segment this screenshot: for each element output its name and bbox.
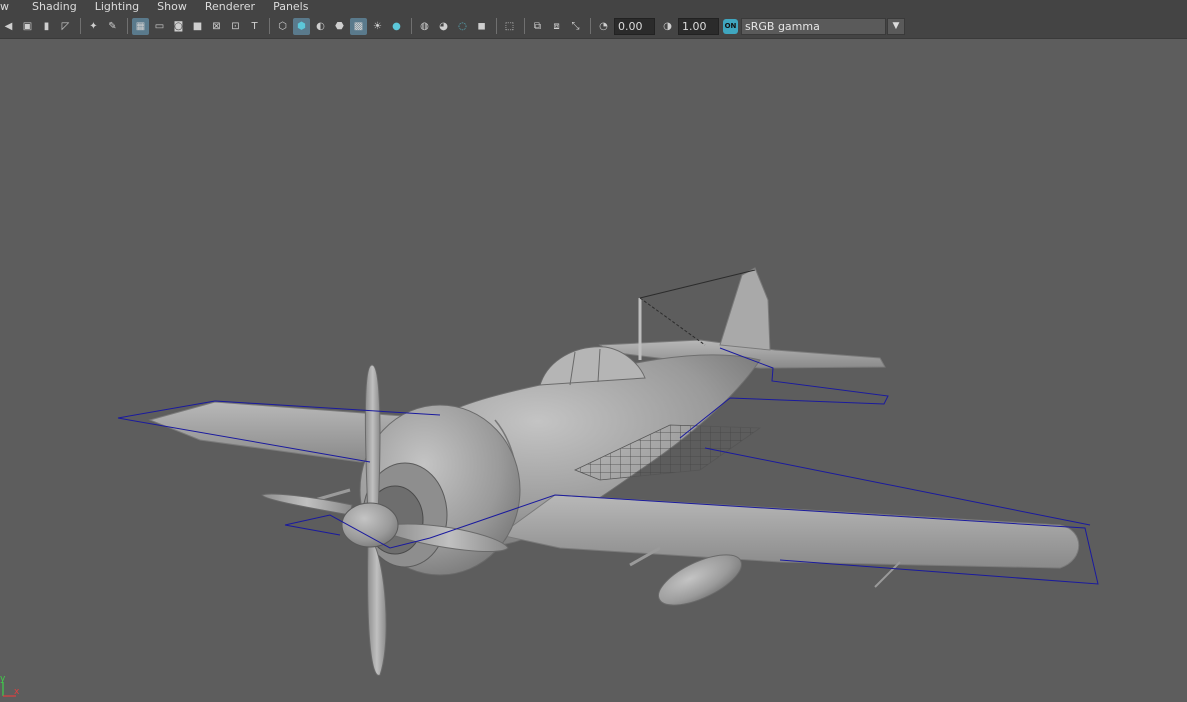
image-plane-icon[interactable]: ◸ xyxy=(57,18,74,35)
bookmark-icon[interactable]: ▮ xyxy=(38,18,55,35)
field-chart-icon[interactable]: ⊠ xyxy=(208,18,225,35)
camera-select-icon[interactable]: ◀ xyxy=(0,18,17,35)
safe-title-icon[interactable]: T xyxy=(246,18,263,35)
default-material-icon[interactable]: ◐ xyxy=(312,18,329,35)
vertical-tail xyxy=(719,267,771,351)
grid-icon[interactable]: ▦ xyxy=(132,17,149,35)
2d-pan-zoom-icon[interactable]: ✦ xyxy=(85,18,102,35)
menu-panels[interactable]: Panels xyxy=(264,0,317,14)
film-gate-icon[interactable]: ▭ xyxy=(151,18,168,35)
screen-space-ao-icon[interactable]: ◍ xyxy=(416,18,433,35)
x-axis-label: x xyxy=(14,687,20,697)
xray-active-icon[interactable]: ⧈ xyxy=(548,18,565,35)
camera-attributes-icon[interactable]: ▣ xyxy=(19,18,36,35)
menu-show[interactable]: Show xyxy=(148,0,196,14)
resolution-gate-icon[interactable]: ◙ xyxy=(170,18,187,35)
gamma-icon[interactable]: ◑ xyxy=(659,18,676,35)
multisample-aa-icon[interactable]: ◌ xyxy=(454,18,471,35)
grease-pencil-icon[interactable]: ✎ xyxy=(104,18,121,35)
exposure-field[interactable]: 0.00 xyxy=(614,17,655,35)
wireframe-icon[interactable]: ⬡ xyxy=(274,18,291,35)
right-wing xyxy=(498,494,1080,569)
isolate-select-icon[interactable]: ⬚ xyxy=(501,18,518,35)
gate-mask-icon[interactable]: ■ xyxy=(189,18,206,35)
color-management-toggle[interactable]: ON xyxy=(723,18,738,34)
safe-action-icon[interactable]: ⊡ xyxy=(227,18,244,35)
smooth-shade-icon[interactable]: ⬢ xyxy=(293,17,310,35)
exposure-icon[interactable]: ◔ xyxy=(595,18,612,35)
camera-frame-icon[interactable]: ⤡ xyxy=(567,18,584,35)
axis-gizmo: y x xyxy=(0,672,24,698)
xray-icon[interactable]: ▩ xyxy=(350,17,367,35)
chevron-down-icon[interactable]: ▼ xyxy=(887,17,905,35)
panel-menubar: w Shading Lighting Show Renderer Panels xyxy=(0,0,1187,14)
gamma-field[interactable]: 1.00 xyxy=(678,17,719,35)
3d-viewport[interactable]: y x xyxy=(0,39,1187,698)
menu-shading[interactable]: Shading xyxy=(23,0,86,14)
color-space-select[interactable]: sRGB gamma xyxy=(741,17,886,35)
motion-blur-icon[interactable]: ◕ xyxy=(435,18,452,35)
xray-joints-icon[interactable]: ⧉ xyxy=(529,18,546,35)
y-axis-label: y xyxy=(0,674,6,684)
depth-of-field-icon[interactable]: ◼ xyxy=(473,18,490,35)
use-all-lights-icon[interactable]: ☀ xyxy=(369,18,386,35)
shadows-icon[interactable]: ● xyxy=(388,18,405,35)
wireframe-on-shaded-icon[interactable]: ⬣ xyxy=(331,18,348,35)
menu-renderer[interactable]: Renderer xyxy=(196,0,264,14)
menu-view[interactable]: w xyxy=(0,0,23,14)
menu-lighting[interactable]: Lighting xyxy=(86,0,148,14)
panel-toolbar: ◀ ▣ ▮ ◸ ✦ ✎ ▦ ▭ ◙ ■ ⊠ ⊡ T ⬡ ⬢ ◐ ⬣ ▩ ☀ ● … xyxy=(0,14,1187,39)
airplane-model xyxy=(117,267,1099,676)
